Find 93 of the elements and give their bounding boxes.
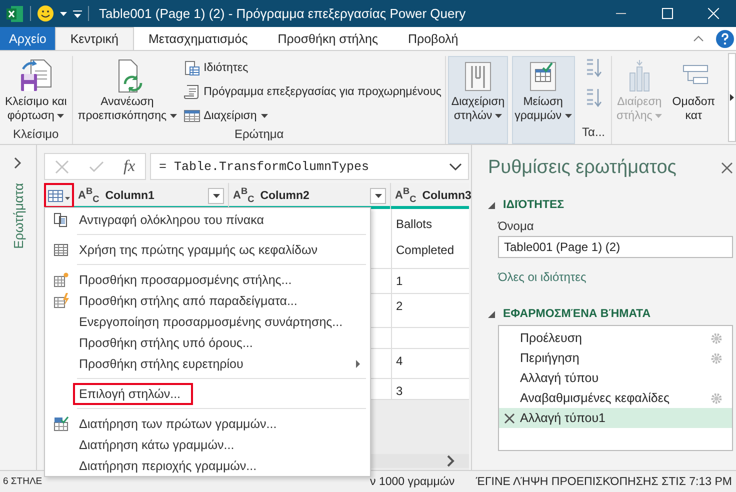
caret-icon [57, 114, 64, 118]
caret-icon [170, 114, 177, 118]
ribbon-tab[interactable]: Προσθήκη στήλης [262, 27, 393, 50]
minimize-icon [616, 13, 626, 14]
ribbon-button[interactable]: Κλείσιμο και φόρτωση [2, 56, 70, 127]
column-name: Column2 [260, 190, 310, 202]
ribbon-tab[interactable]: Κεντρική [55, 27, 134, 50]
column-header[interactable]: A$^{B}$$_{C}$ Column3 [391, 183, 469, 208]
table-lightning-icon [53, 292, 69, 308]
table-icon [184, 108, 200, 124]
step-item[interactable]: Αναβαθμισμένες κεφαλίδες [499, 388, 732, 408]
app-logo-icon [6, 4, 24, 22]
menu-item[interactable]: Επιλογή στηλών... [45, 383, 370, 404]
ribbon-button[interactable]: Διαχείριση στηλών [448, 56, 508, 144]
table-cell-text: 3 [395, 383, 404, 399]
step-item[interactable]: Περιήγηση [499, 348, 732, 368]
sort-descending-icon [584, 88, 603, 108]
scroll-right-icon [730, 94, 734, 101]
section-heading: ΕΦΑΡΜΟΣΜΈΝΑ ΒΉΜΑΤΑ [503, 308, 651, 320]
collapse-triangle-icon [488, 202, 495, 208]
filter-button[interactable] [370, 188, 386, 204]
pane-title: Ερωτήματα [10, 183, 26, 249]
step-item[interactable]: Αλλαγή τύπου1 [499, 408, 732, 428]
all-properties-link[interactable]: Όλες οι ιδιότητες [498, 270, 733, 284]
table-icon [53, 242, 69, 258]
group-label: Ερώτημα [233, 127, 285, 143]
caret-icon [212, 194, 220, 198]
file-tab[interactable]: Αρχείο [0, 27, 56, 50]
filter-button[interactable] [208, 188, 224, 204]
table-star-icon [53, 272, 69, 288]
scroll-icon [184, 84, 200, 100]
ribbon-button[interactable]: Διαχείριση [184, 105, 444, 126]
ribbon-tab[interactable]: Μετασχηματισμός [134, 27, 263, 50]
caret-icon [655, 114, 662, 118]
properties-icon [184, 60, 200, 76]
menu-item[interactable]: Διατήρηση περιοχής γραμμών... [45, 455, 370, 476]
customize-toolbar-icon [73, 10, 82, 18]
table-icon [48, 190, 70, 202]
caret-icon [374, 194, 382, 198]
step-item[interactable]: Αλλαγή τύπου [499, 368, 732, 388]
menu-item[interactable]: Αντιγραφή ολόκληρου του πίνακα [45, 209, 370, 230]
step-item[interactable]: Προέλευση [499, 328, 732, 348]
caret-icon [564, 114, 572, 118]
ribbon-button[interactable]: Πρόγραμμα επεξεργασίας για προχωρημένους [184, 81, 444, 102]
field-label: Όνομα [498, 219, 535, 233]
section-heading: ΙΔΙΌΤΗΤΕΣ [503, 199, 564, 211]
ribbon-button[interactable]: Ομαδοπ κατ [669, 56, 718, 127]
table-cell-text: 2 [395, 298, 404, 315]
name-field[interactable]: Table001 (Page 1) (2) [498, 236, 733, 258]
menu-item[interactable]: Διατήρηση των πρώτων γραμμών... [45, 413, 370, 434]
menu-item[interactable]: Προσθήκη στήλης από παραδείγματα... [45, 290, 370, 311]
column-name: Column1 [105, 190, 154, 202]
table-cell-text: 1 [395, 273, 404, 290]
formula-field[interactable]: = Table.TransformColumnTypes [150, 153, 469, 180]
table-cell-text: 4 [395, 353, 404, 370]
close-icon [708, 8, 718, 19]
delete-icon [504, 412, 515, 424]
table-cell-text: Ballots Completed [395, 216, 456, 259]
menu-item[interactable]: Προσθήκη στήλης ευρετηρίου [45, 353, 370, 374]
sort-ascending-icon [584, 58, 603, 78]
submenu-arrow-icon [356, 360, 360, 368]
collapse-triangle-icon [488, 310, 495, 318]
menu-item[interactable]: Διατήρηση κάτω γραμμών... [45, 434, 370, 455]
function-label[interactable]: fx [124, 158, 136, 176]
menu-item[interactable]: Προσθήκη προσαρμοσμένης στήλης... [45, 269, 370, 290]
collapse-ribbon-icon [693, 35, 704, 42]
menu-item[interactable]: Ενεργοποίηση προσαρμοσμένης συνάρτησης... [45, 311, 370, 332]
copy-icon [53, 212, 69, 228]
menu-item[interactable]: Προσθήκη στήλης υπό όρους... [45, 332, 370, 353]
chevron-down-icon [449, 162, 462, 170]
maximize-icon [662, 8, 672, 19]
ribbon-tab[interactable]: Προβολή [392, 27, 474, 50]
ribbon-button[interactable]: Ιδιότητες [184, 57, 444, 78]
caret-icon [60, 12, 67, 16]
close-icon [721, 162, 733, 174]
caret-icon [260, 114, 268, 118]
smiley-icon [37, 5, 54, 22]
group-label: Τα... [581, 125, 606, 141]
status-text: 6 ΣΤΗΛΕ [3, 476, 42, 487]
column-name: Column3 [422, 190, 472, 202]
group-label: Κλείσιμο [12, 127, 60, 143]
pane-title: Ρυθμίσεις ερωτήματος [488, 157, 676, 179]
table-menu-button[interactable] [44, 183, 74, 208]
ribbon-button[interactable]: Μείωση γραμμών [512, 56, 575, 144]
window-title: Table001 (Page 1) (2) - Πρόγραμμα επεξεργασίας Power Query [99, 6, 466, 21]
status-text: ΈΓΙΝΕ ΛΉΨΗ ΠΡΟΕΠΙΣΚΌΠΗΣΗΣ ΣΤΙΣ 7:13 PM [476, 476, 733, 488]
scroll-right-icon [447, 455, 455, 467]
table-check-icon [53, 416, 69, 432]
expand-icon [14, 157, 22, 169]
caret-icon [495, 114, 502, 118]
ribbon-button[interactable]: Ανανέωση προεπισκόπησης [74, 56, 180, 127]
status-text: ν 1000 γραμμών [370, 476, 455, 488]
menu-item[interactable]: Χρήση της πρώτης γραμμής ως κεφαλίδων [45, 239, 370, 260]
